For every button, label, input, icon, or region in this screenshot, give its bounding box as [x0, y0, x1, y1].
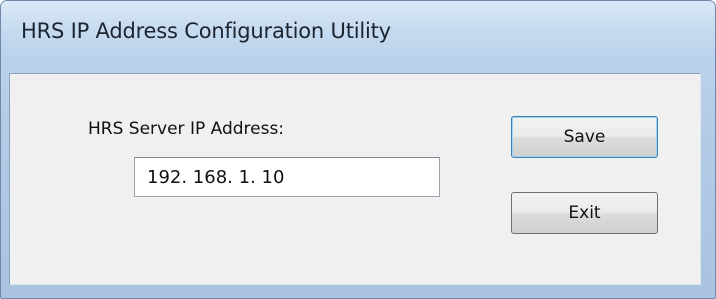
exit-button[interactable]: Exit: [511, 192, 658, 234]
save-button[interactable]: Save: [511, 116, 658, 158]
dialog-window: HRS IP Address Configuration Utility HRS…: [0, 0, 716, 299]
title-bar[interactable]: HRS IP Address Configuration Utility: [1, 1, 715, 65]
dialog-client-area: HRS Server IP Address: Save Exit: [9, 73, 701, 285]
ip-address-label: HRS Server IP Address:: [88, 119, 285, 139]
window-title: HRS IP Address Configuration Utility: [21, 19, 391, 43]
ip-address-input[interactable]: [134, 157, 440, 197]
